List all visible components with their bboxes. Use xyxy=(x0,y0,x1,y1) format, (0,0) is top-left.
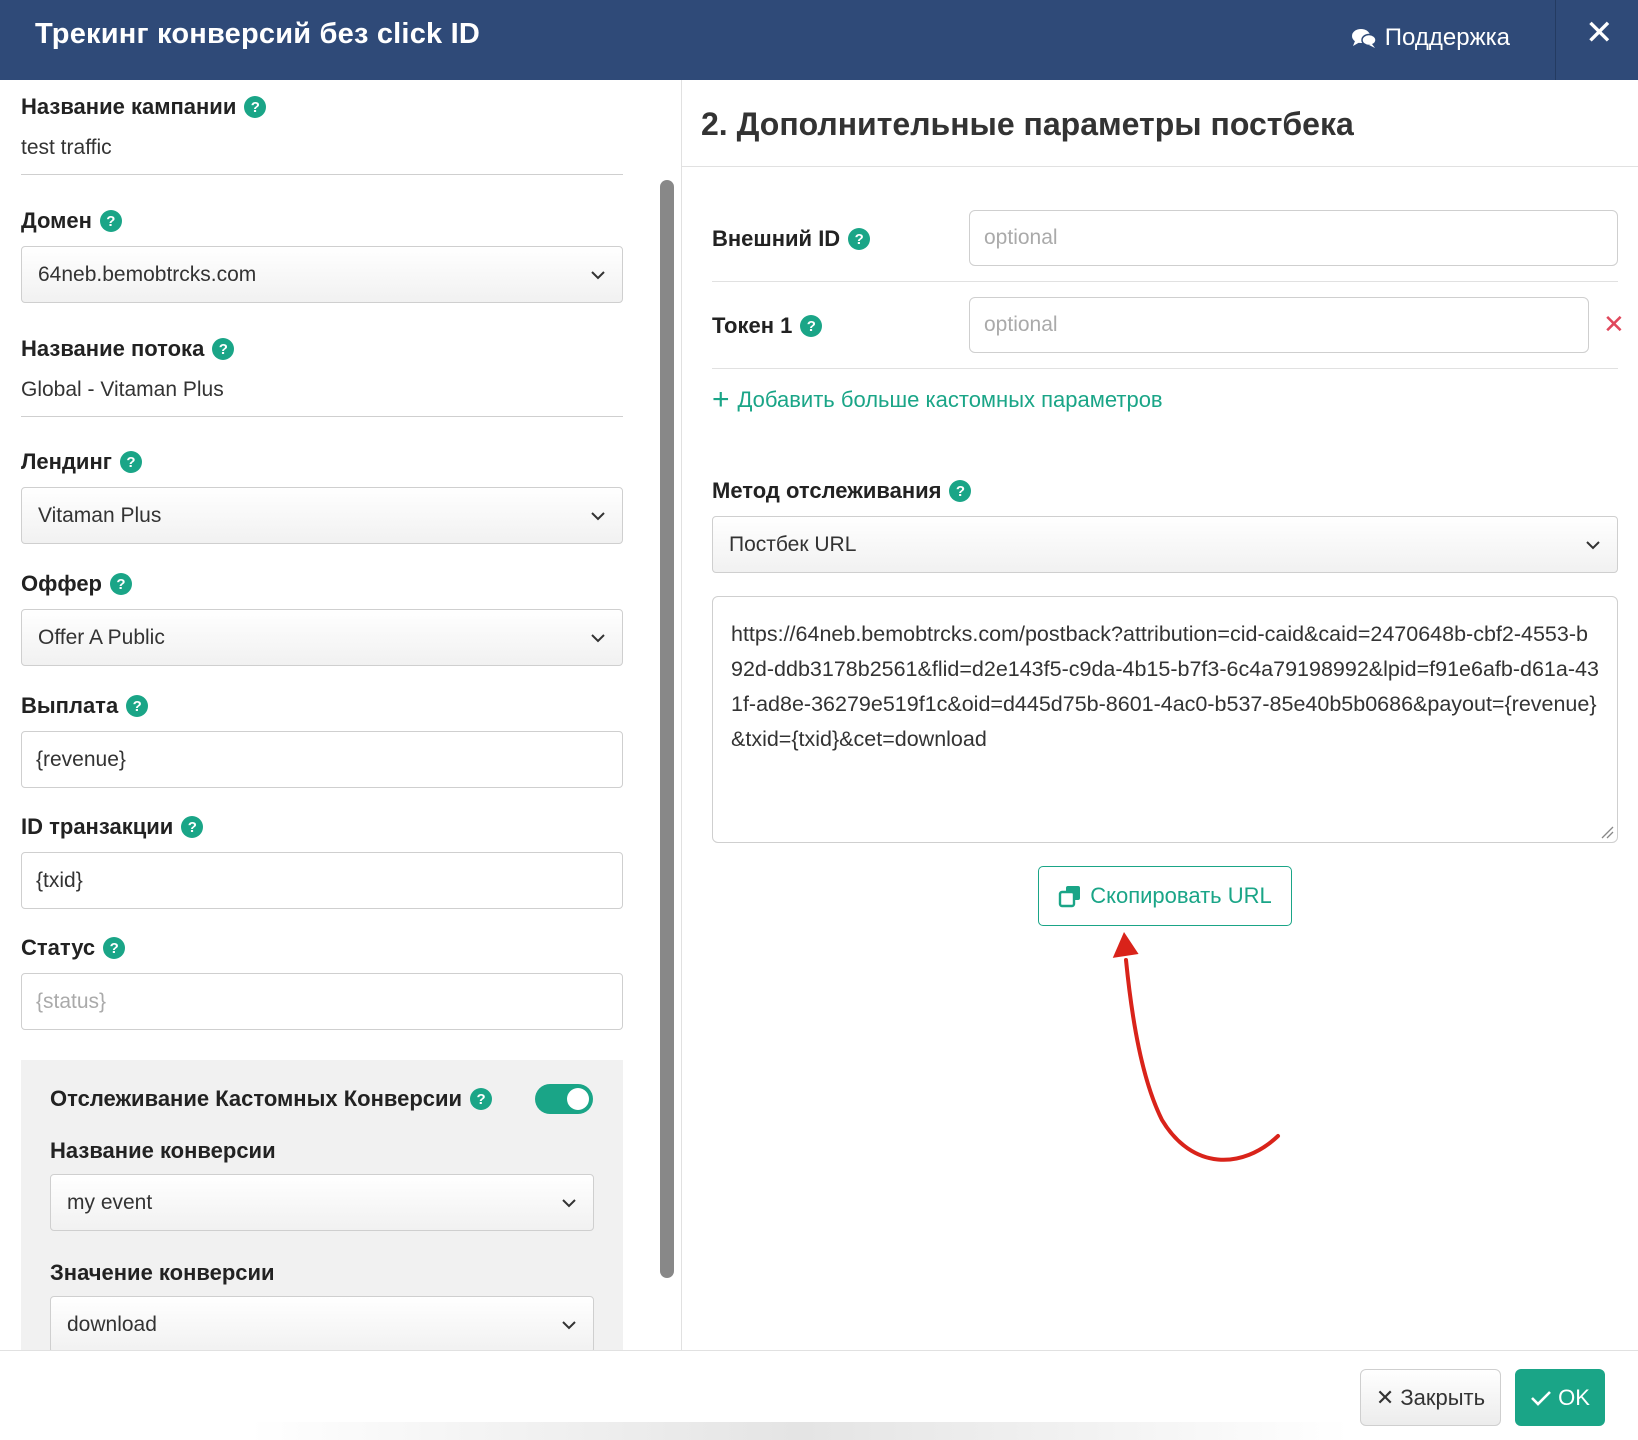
help-icon[interactable]: ? xyxy=(110,573,132,595)
modal-header: Трекинг конверсий без click ID Поддержка… xyxy=(0,0,1638,80)
help-icon[interactable]: ? xyxy=(212,338,235,360)
close-label: Закрыть xyxy=(1400,1384,1486,1410)
conversion-name-value: my event xyxy=(67,1190,153,1214)
close-modal-button[interactable]: ✕ xyxy=(1585,16,1614,50)
annotation-arrow xyxy=(1112,932,1280,1162)
conversion-name-label: Название конверсии xyxy=(50,1138,276,1163)
flow-value: Global - Vitaman Plus xyxy=(21,362,623,417)
status-field: Статус? {status} xyxy=(21,935,623,1030)
domain-label: Домен xyxy=(21,208,92,233)
right-panel: 2. Дополнительные параметры постбека Вне… xyxy=(682,80,1638,1350)
chevron-down-icon xyxy=(591,270,605,279)
left-panel-scrollbar[interactable] xyxy=(660,180,674,1278)
offer-label: Оффер xyxy=(21,571,102,596)
help-icon[interactable]: ? xyxy=(244,96,267,118)
help-icon[interactable]: ? xyxy=(181,816,204,838)
conversion-value-select[interactable]: download xyxy=(50,1296,594,1350)
payout-label: Выплата xyxy=(21,693,119,718)
flow-label: Название потока xyxy=(21,336,205,361)
conversion-name-select[interactable]: my event xyxy=(50,1174,594,1231)
modal-footer: ✕ Закрыть OK xyxy=(0,1350,1638,1440)
help-icon[interactable]: ? xyxy=(470,1088,493,1110)
footer-shadow xyxy=(250,1422,1350,1440)
flow-field: Название потока? Global - Vitaman Plus xyxy=(21,336,623,417)
campaign-field: Название кампании? test traffic xyxy=(21,94,623,175)
help-icon[interactable]: ? xyxy=(103,937,126,959)
chevron-down-icon xyxy=(591,511,605,520)
chevron-down-icon xyxy=(562,1198,576,1207)
landing-select-value: Vitaman Plus xyxy=(38,503,162,527)
chat-bubbles-icon xyxy=(1351,29,1377,48)
status-input[interactable]: {status} xyxy=(21,973,623,1030)
help-icon[interactable]: ? xyxy=(99,210,122,232)
landing-label: Лендинг xyxy=(21,449,112,474)
domain-select-value: 64neb.bemobtrcks.com xyxy=(38,262,257,286)
ok-label: OK xyxy=(1558,1384,1590,1410)
offer-field: Оффер? Offer A Public xyxy=(21,571,623,666)
payout-input[interactable]: {revenue} xyxy=(21,731,623,788)
landing-select[interactable]: Vitaman Plus xyxy=(21,487,623,544)
custom-tracking-label: Отслеживание Кастомных Конверсии xyxy=(50,1086,463,1111)
header-divider xyxy=(1555,0,1556,80)
campaign-value: test traffic xyxy=(21,120,623,175)
landing-field: Лендинг? Vitaman Plus xyxy=(21,449,623,544)
conversion-value-label: Значение конверсии xyxy=(50,1260,275,1285)
payout-field: Выплата? {revenue} xyxy=(21,693,623,788)
chevron-down-icon xyxy=(562,1320,576,1329)
custom-tracking-toggle[interactable] xyxy=(535,1084,593,1114)
txid-label: ID транзакции xyxy=(21,814,174,839)
chevron-down-icon xyxy=(591,633,605,642)
help-icon[interactable]: ? xyxy=(119,451,142,473)
check-icon xyxy=(1531,1390,1552,1406)
custom-conversion-box: Отслеживание Кастомных Конверсии ? Назва… xyxy=(21,1060,623,1350)
status-label: Статус xyxy=(21,935,96,960)
txid-input[interactable]: {txid} xyxy=(21,852,623,909)
modal-title: Трекинг конверсий без click ID xyxy=(35,18,481,50)
offer-select[interactable]: Offer A Public xyxy=(21,609,623,666)
help-icon[interactable]: ? xyxy=(126,695,149,717)
txid-field: ID транзакции? {txid} xyxy=(21,814,623,909)
support-button[interactable]: Поддержка xyxy=(1351,24,1510,52)
conversion-value-value: download xyxy=(67,1312,157,1336)
support-label: Поддержка xyxy=(1384,24,1510,51)
domain-field: Домен? 64neb.bemobtrcks.com xyxy=(21,208,623,303)
offer-select-value: Offer A Public xyxy=(38,625,165,649)
domain-select[interactable]: 64neb.bemobtrcks.com xyxy=(21,246,623,303)
close-button[interactable]: ✕ Закрыть xyxy=(1360,1369,1501,1426)
left-panel: Название кампании? test traffic Домен? 6… xyxy=(0,80,652,1350)
close-icon: ✕ xyxy=(1375,1384,1395,1410)
campaign-label: Название кампании xyxy=(21,94,237,119)
ok-button[interactable]: OK xyxy=(1515,1369,1605,1426)
